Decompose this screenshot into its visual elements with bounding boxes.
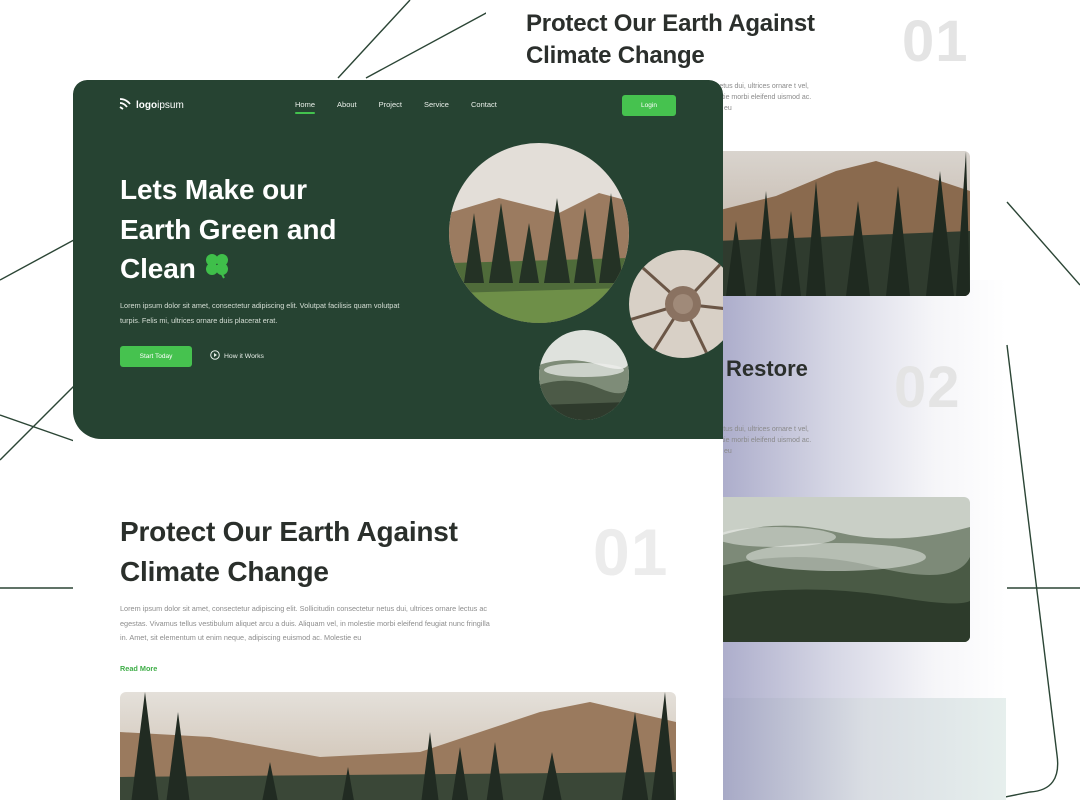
hero-title: Lets Make our Earth Green and Clean	[120, 170, 450, 291]
nav-service[interactable]: Service	[424, 100, 449, 109]
nav-about[interactable]: About	[337, 100, 357, 109]
logo[interactable]: logoipsum	[119, 97, 184, 113]
section-title: Protect Our Earth Against Climate Change	[120, 516, 458, 587]
how-it-works-label: How it Works	[224, 352, 264, 360]
back-forest-image-2	[716, 497, 970, 642]
play-circle-icon	[210, 350, 220, 362]
hero-section: logoipsum Home About Project Service Con…	[73, 80, 723, 439]
login-button[interactable]: Login	[622, 95, 676, 116]
hero-description: Lorem ipsum dolor sit amet, consectetur …	[120, 301, 400, 325]
tree-trunk-image	[629, 250, 723, 358]
section-number: 01	[593, 515, 669, 589]
forest-valley-image	[449, 143, 629, 323]
hero-title-line-1: Lets Make our	[120, 174, 307, 205]
gradient-band	[722, 698, 1006, 800]
logo-text-light: ipsum	[157, 99, 184, 111]
hero-title-line-3: Clean	[120, 253, 196, 284]
nav-contact[interactable]: Contact	[471, 100, 497, 109]
nav-home[interactable]: Home	[295, 100, 316, 114]
landing-page-mockup: logoipsum Home About Project Service Con…	[73, 80, 723, 800]
section-paragraph: Lorem ipsum dolor sit amet, consectetur …	[120, 604, 490, 642]
misty-forest-image	[539, 330, 629, 420]
main-nav: Home About Project Service Contact	[295, 100, 519, 114]
read-more-link[interactable]: Read More	[120, 664, 157, 673]
design-showcase: Protect Our Earth Against Climate Change…	[0, 0, 1080, 800]
logo-text-bold: logo	[136, 99, 158, 111]
back-section-number-01: 01	[902, 9, 969, 74]
logo-icon	[119, 97, 132, 113]
nav-project[interactable]: Project	[379, 100, 402, 109]
back-section-title: Protect Our Earth Against Climate Change	[526, 10, 815, 69]
start-today-button[interactable]: Start Today	[120, 346, 192, 367]
back-section-number-02: 02	[894, 355, 961, 420]
back-forest-image-1	[716, 151, 970, 296]
back-section-title-2: Restore	[726, 356, 808, 381]
hero-title-line-2: Earth Green and	[120, 213, 337, 245]
shamrock-icon	[202, 250, 232, 291]
forest-landscape-image	[120, 692, 676, 800]
how-it-works-button[interactable]: How it Works	[210, 350, 264, 362]
